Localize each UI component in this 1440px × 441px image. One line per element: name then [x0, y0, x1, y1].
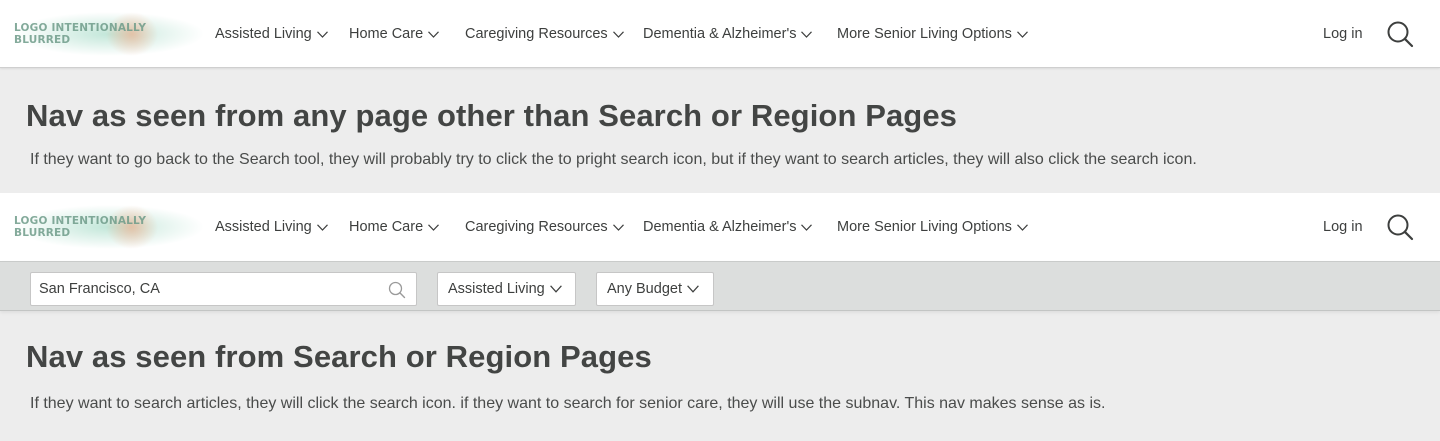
chevron-down-icon [428, 223, 440, 231]
main-nav-bar: LOGO INTENTIONALLY BLURRED Assisted Livi… [0, 193, 1440, 261]
section-description: If they want to go back to the Search to… [30, 151, 1197, 168]
chevron-down-icon [428, 30, 440, 38]
location-search-input[interactable]: San Francisco, CA [30, 272, 417, 306]
logo-text: LOGO INTENTIONALLY BLURRED [14, 22, 147, 46]
chevron-down-icon [1016, 30, 1028, 38]
location-value: San Francisco, CA [39, 281, 160, 297]
nav-item-assisted-living[interactable]: Assisted Living [215, 0, 328, 68]
search-icon[interactable] [1386, 20, 1414, 48]
site-logo[interactable]: LOGO INTENTIONALLY BLURRED [14, 10, 204, 58]
nav-item-dementia-alzheimers[interactable]: Dementia & Alzheimer's [643, 193, 813, 261]
nav-item-label: Assisted Living [215, 26, 312, 42]
nav-item-label: More Senior Living Options [837, 219, 1012, 235]
nav-item-more-senior-living[interactable]: More Senior Living Options [837, 0, 1028, 68]
nav-item-caregiving-resources[interactable]: Caregiving Resources [465, 193, 624, 261]
chevron-down-icon [316, 30, 328, 38]
login-link[interactable]: Log in [1323, 193, 1363, 261]
nav-item-label: Caregiving Resources [465, 219, 608, 235]
section-heading: Nav as seen from Search or Region Pages [26, 339, 652, 374]
chevron-down-icon [316, 223, 328, 231]
budget-value: Any Budget [607, 281, 682, 297]
budget-dropdown[interactable]: Any Budget [596, 272, 714, 306]
logo-text: LOGO INTENTIONALLY BLURRED [14, 215, 147, 239]
chevron-down-icon [612, 223, 624, 231]
site-logo[interactable]: LOGO INTENTIONALLY BLURRED [14, 203, 204, 251]
nav-item-more-senior-living[interactable]: More Senior Living Options [837, 193, 1028, 261]
main-nav-bar: LOGO INTENTIONALLY BLURRED Assisted Livi… [0, 0, 1440, 68]
chevron-down-icon [687, 285, 699, 293]
section-description: If they want to search articles, they wi… [30, 395, 1106, 412]
search-subnav: San Francisco, CA Assisted Living Any Bu… [0, 261, 1440, 311]
search-icon[interactable] [1386, 213, 1414, 241]
chevron-down-icon [1016, 223, 1028, 231]
chevron-down-icon [801, 223, 813, 231]
nav-item-label: Dementia & Alzheimer's [643, 219, 797, 235]
search-icon[interactable] [388, 281, 406, 299]
chevron-down-icon [549, 285, 562, 293]
login-link[interactable]: Log in [1323, 0, 1363, 68]
nav-item-home-care[interactable]: Home Care [349, 193, 440, 261]
nav-item-label: Dementia & Alzheimer's [643, 26, 797, 42]
nav-item-assisted-living[interactable]: Assisted Living [215, 193, 328, 261]
nav-item-label: Home Care [349, 219, 424, 235]
section-heading: Nav as seen from any page other than Sea… [26, 98, 958, 133]
nav-item-label: More Senior Living Options [837, 26, 1012, 42]
nav-item-label: Home Care [349, 26, 424, 42]
care-type-value: Assisted Living [448, 281, 545, 297]
nav-item-caregiving-resources[interactable]: Caregiving Resources [465, 0, 624, 68]
care-type-dropdown[interactable]: Assisted Living [437, 272, 576, 306]
chevron-down-icon [612, 30, 624, 38]
nav-item-label: Caregiving Resources [465, 26, 608, 42]
nav-item-dementia-alzheimers[interactable]: Dementia & Alzheimer's [643, 0, 813, 68]
nav-item-label: Assisted Living [215, 219, 312, 235]
nav-item-home-care[interactable]: Home Care [349, 0, 440, 68]
chevron-down-icon [801, 30, 813, 38]
